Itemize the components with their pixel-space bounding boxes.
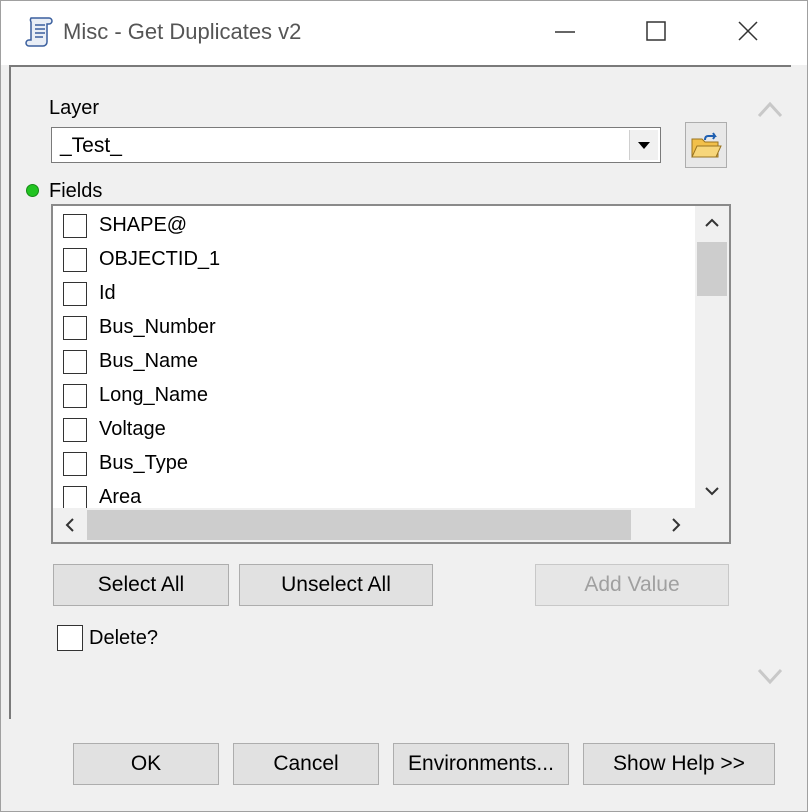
field-checkbox[interactable] — [63, 316, 87, 340]
unselect-all-button[interactable]: Unselect All — [239, 564, 433, 606]
select-all-button[interactable]: Select All — [53, 564, 229, 606]
fields-label: Fields — [49, 180, 103, 202]
field-label: Bus_Name — [99, 350, 198, 372]
layer-combobox[interactable]: _Test_ — [51, 127, 661, 163]
window-title: Misc - Get Duplicates v2 — [63, 19, 302, 44]
browse-layer-button[interactable] — [685, 122, 727, 168]
field-checkbox[interactable] — [63, 384, 87, 408]
field-label: Voltage — [99, 418, 166, 440]
horizontal-scroll-thumb[interactable] — [87, 510, 631, 540]
required-indicator-icon — [26, 184, 39, 197]
minimize-icon — [555, 31, 575, 33]
close-icon — [738, 21, 758, 41]
field-label: SHAPE@ — [99, 214, 188, 236]
layer-combobox-value: _Test_ — [60, 134, 122, 157]
list-item[interactable]: OBJECTID_1 — [63, 244, 683, 278]
minimize-button[interactable] — [519, 1, 611, 65]
cancel-button[interactable]: Cancel — [233, 743, 379, 785]
field-checkbox[interactable] — [63, 214, 87, 238]
field-checkbox[interactable] — [63, 486, 87, 510]
add-value-button[interactable]: Add Value — [535, 564, 729, 606]
show-help-button[interactable]: Show Help >> — [583, 743, 775, 785]
delete-label: Delete? — [89, 627, 158, 649]
list-item[interactable]: Bus_Type — [63, 448, 683, 482]
maximize-button[interactable] — [611, 1, 703, 65]
field-label: OBJECTID_1 — [99, 248, 221, 270]
list-item[interactable]: Voltage — [63, 414, 683, 448]
vertical-scroll-thumb[interactable] — [697, 242, 727, 296]
field-label: Bus_Number — [99, 316, 216, 338]
fields-horizontal-scrollbar[interactable] — [53, 508, 729, 542]
close-button[interactable] — [703, 1, 795, 65]
form-scroll-down-icon[interactable] — [757, 667, 783, 685]
delete-checkbox[interactable] — [57, 625, 83, 651]
field-checkbox[interactable] — [63, 248, 87, 272]
scroll-left-icon[interactable] — [65, 518, 75, 532]
scroll-down-icon[interactable] — [705, 486, 719, 496]
ok-button[interactable]: OK — [73, 743, 219, 785]
scrollbar-corner — [695, 508, 729, 542]
field-label: Bus_Type — [99, 452, 188, 474]
field-checkbox[interactable] — [63, 282, 87, 306]
list-item[interactable]: SHAPE@ — [63, 210, 683, 244]
layer-label: Layer — [49, 97, 100, 119]
dialog-window: Misc - Get Duplicates v2 Layer _Test_ Fi… — [0, 0, 808, 812]
field-label: Long_Name — [99, 384, 208, 406]
field-label: Area — [99, 486, 142, 508]
list-item[interactable]: Bus_Number — [63, 312, 683, 346]
layer-dropdown-button[interactable] — [629, 130, 658, 160]
open-folder-icon — [691, 132, 722, 158]
fields-vertical-scrollbar[interactable] — [695, 206, 729, 508]
dropdown-arrow-icon — [638, 142, 650, 149]
title-bar[interactable]: Misc - Get Duplicates v2 — [1, 1, 807, 65]
field-checkbox[interactable] — [63, 452, 87, 476]
list-item[interactable]: Long_Name — [63, 380, 683, 414]
field-label: Id — [99, 282, 116, 304]
form-scroll-up-icon[interactable] — [757, 101, 783, 119]
list-item[interactable]: Id — [63, 278, 683, 312]
field-checkbox[interactable] — [63, 350, 87, 374]
environments-button[interactable]: Environments... — [393, 743, 569, 785]
field-checkbox[interactable] — [63, 418, 87, 442]
script-scroll-icon — [25, 17, 53, 47]
maximize-icon — [646, 21, 666, 41]
scroll-right-icon[interactable] — [671, 518, 681, 532]
fields-checklist[interactable]: SHAPE@ OBJECTID_1 Id Bus_Number Bus_Name… — [51, 204, 731, 544]
list-item[interactable]: Bus_Name — [63, 346, 683, 380]
scroll-up-icon[interactable] — [705, 218, 719, 228]
